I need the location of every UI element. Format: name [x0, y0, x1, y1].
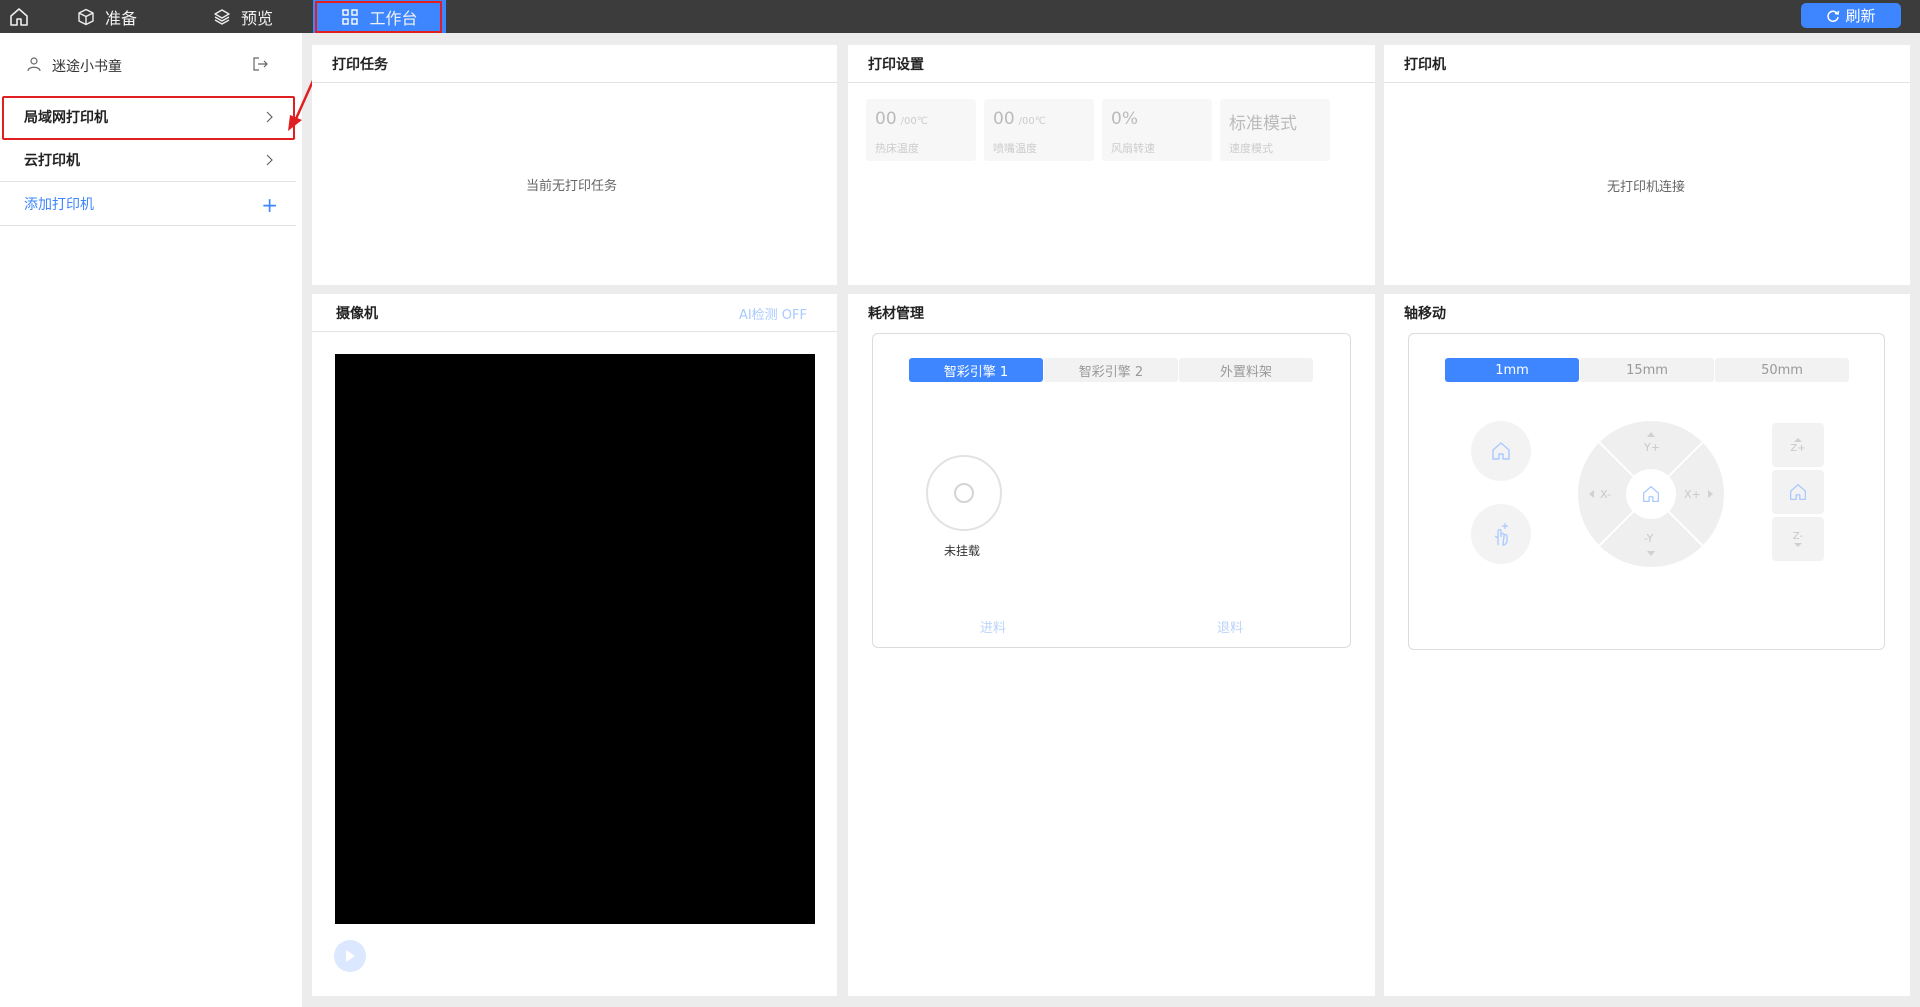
filament-box: 智彩引擎 1 智彩引擎 2 外置料架 未挂载 进料 退料 — [872, 333, 1351, 648]
panel-title: 耗材管理 — [868, 306, 924, 322]
ai-detection-toggle[interactable]: AI检测 OFF — [739, 304, 807, 323]
y-minus-label: -Y — [1644, 532, 1654, 545]
hand-pointer-icon — [1494, 523, 1508, 546]
tab-prepare-label: 准备 — [105, 8, 138, 28]
home-xy-button[interactable] — [1626, 469, 1676, 519]
tab-external-rack[interactable]: 外置料架 — [1179, 358, 1313, 382]
stat-label: 风扇转速 — [1111, 142, 1155, 155]
y-plus-label: Y+ — [1644, 441, 1660, 454]
home-icon — [1492, 442, 1510, 460]
filament-panel: 耗材管理 智彩引擎 1 智彩引擎 2 外置料架 未挂载 进料 退料 — [848, 294, 1375, 996]
spool-icon[interactable] — [926, 455, 1002, 531]
home-icon — [1643, 486, 1659, 502]
home-all-button[interactable] — [1471, 421, 1531, 481]
divider — [312, 331, 837, 332]
refresh-label: 刷新 — [1845, 7, 1876, 25]
play-button[interactable] — [334, 940, 366, 972]
tab-workbench-label: 工作台 — [369, 8, 418, 28]
no-printer-text: 无打印机连接 — [1607, 180, 1686, 195]
stat-label: 喷嘴温度 — [993, 142, 1037, 155]
cube-icon — [78, 8, 94, 25]
nozzle-temp-stat: 00/00℃ 喷嘴温度 — [984, 99, 1094, 161]
print-settings-panel: 打印设置 00/00℃ 热床温度 00/00℃ 喷嘴温度 0% 风扇转速 标准模… — [848, 45, 1375, 285]
speed-mode-stat: 标准模式 速度模式 — [1220, 99, 1330, 161]
panel-title: 打印机 — [1404, 57, 1446, 73]
stat-value: 00 — [875, 109, 897, 129]
tab-preview[interactable]: 预览 — [213, 0, 273, 33]
x-plus-label: X+ — [1684, 488, 1701, 501]
divider — [312, 82, 837, 83]
sidebar-item-label: 局域网打印机 — [24, 110, 108, 126]
stat-unit: /00℃ — [900, 116, 928, 127]
panel-title: 摄像机 — [336, 306, 378, 322]
step-15mm[interactable]: 15mm — [1580, 358, 1714, 382]
divider — [1384, 82, 1910, 83]
sidebar-item-add-printer[interactable]: 添加打印机 + — [0, 183, 296, 226]
sidebar: 迷途小书童 局域网打印机 云打印机 添加打印机 + — [0, 33, 318, 1007]
user-icon — [27, 57, 41, 72]
stat-value: 标准模式 — [1229, 114, 1297, 134]
sidebar-item-lan-printer[interactable]: 局域网打印机 — [0, 96, 296, 139]
top-bar: 准备 预览 工作台 刷新 — [0, 0, 1920, 33]
home-icon[interactable] — [8, 6, 30, 28]
panel-title: 打印任务 — [332, 57, 388, 73]
user-row: 迷途小书童 — [0, 49, 296, 79]
grid-icon — [342, 8, 359, 25]
camera-panel: 摄像机 AI检测 OFF — [312, 294, 837, 996]
stat-value: 00 — [993, 109, 1015, 129]
spool-status-label: 未挂载 — [944, 544, 981, 558]
layers-icon — [214, 8, 230, 25]
refresh-icon — [1827, 10, 1840, 22]
chevron-right-icon — [266, 111, 273, 123]
refresh-button[interactable]: 刷新 — [1801, 3, 1901, 28]
manual-control-button[interactable] — [1471, 504, 1531, 564]
sidebar-item-label: 云打印机 — [24, 153, 80, 169]
print-task-panel: 打印任务 当前无打印任务 — [312, 45, 837, 285]
step-50mm[interactable]: 50mm — [1715, 358, 1849, 382]
arrow-down-icon — [1794, 542, 1802, 547]
tab-engine-2[interactable]: 智彩引擎 2 — [1044, 358, 1178, 382]
z-minus-label: Z- — [1792, 530, 1804, 542]
home-z-button[interactable] — [1772, 470, 1824, 514]
xy-joystick[interactable]: Y+ -Y X- X+ — [1578, 421, 1724, 567]
sidebar-item-cloud-printer[interactable]: 云打印机 — [0, 139, 296, 182]
stat-label: 热床温度 — [875, 142, 919, 155]
axis-box: 1mm 15mm 50mm Y+ -Y X- X+ Z+ Z- — [1408, 333, 1885, 650]
divider — [848, 82, 1375, 83]
play-icon — [346, 950, 355, 962]
tab-prepare[interactable]: 准备 — [77, 0, 137, 33]
logout-icon[interactable] — [252, 56, 268, 72]
stat-label: 速度模式 — [1229, 142, 1273, 155]
x-minus-label: X- — [1600, 488, 1611, 501]
tab-engine-1[interactable]: 智彩引擎 1 — [909, 358, 1043, 382]
fan-speed-stat: 0% 风扇转速 — [1102, 99, 1212, 161]
engine-tabs: 智彩引擎 1 智彩引擎 2 外置料架 — [909, 358, 1314, 382]
plus-icon: + — [261, 193, 278, 217]
step-size-tabs: 1mm 15mm 50mm — [1445, 358, 1850, 382]
panel-title: 轴移动 — [1404, 306, 1446, 322]
chevron-right-icon — [266, 154, 273, 166]
bed-temp-stat: 00/00℃ 热床温度 — [866, 99, 976, 161]
z-plus-button[interactable]: Z+ — [1772, 423, 1824, 467]
stat-value: 0% — [1111, 109, 1138, 129]
z-plus-label: Z+ — [1790, 442, 1806, 454]
tab-workbench[interactable]: 工作台 — [313, 0, 446, 33]
home-icon — [1790, 484, 1806, 500]
camera-view — [335, 354, 815, 924]
printer-panel: 打印机 无打印机连接 — [1384, 45, 1910, 285]
axis-move-panel: 轴移动 1mm 15mm 50mm Y+ -Y X- X+ Z+ Z- — [1384, 294, 1910, 996]
user-name: 迷途小书童 — [52, 59, 122, 75]
z-axis-controls: Z+ Z- — [1772, 423, 1824, 569]
load-filament-button[interactable]: 进料 — [980, 617, 1006, 636]
empty-task-text: 当前无打印任务 — [526, 179, 618, 194]
tab-preview-label: 预览 — [241, 8, 274, 28]
sidebar-item-label: 添加打印机 — [24, 197, 94, 213]
stat-unit: /00℃ — [1018, 116, 1046, 127]
z-minus-button[interactable]: Z- — [1772, 517, 1824, 561]
step-1mm[interactable]: 1mm — [1445, 358, 1579, 382]
panel-title: 打印设置 — [868, 57, 924, 73]
unload-filament-button[interactable]: 退料 — [1217, 617, 1243, 636]
